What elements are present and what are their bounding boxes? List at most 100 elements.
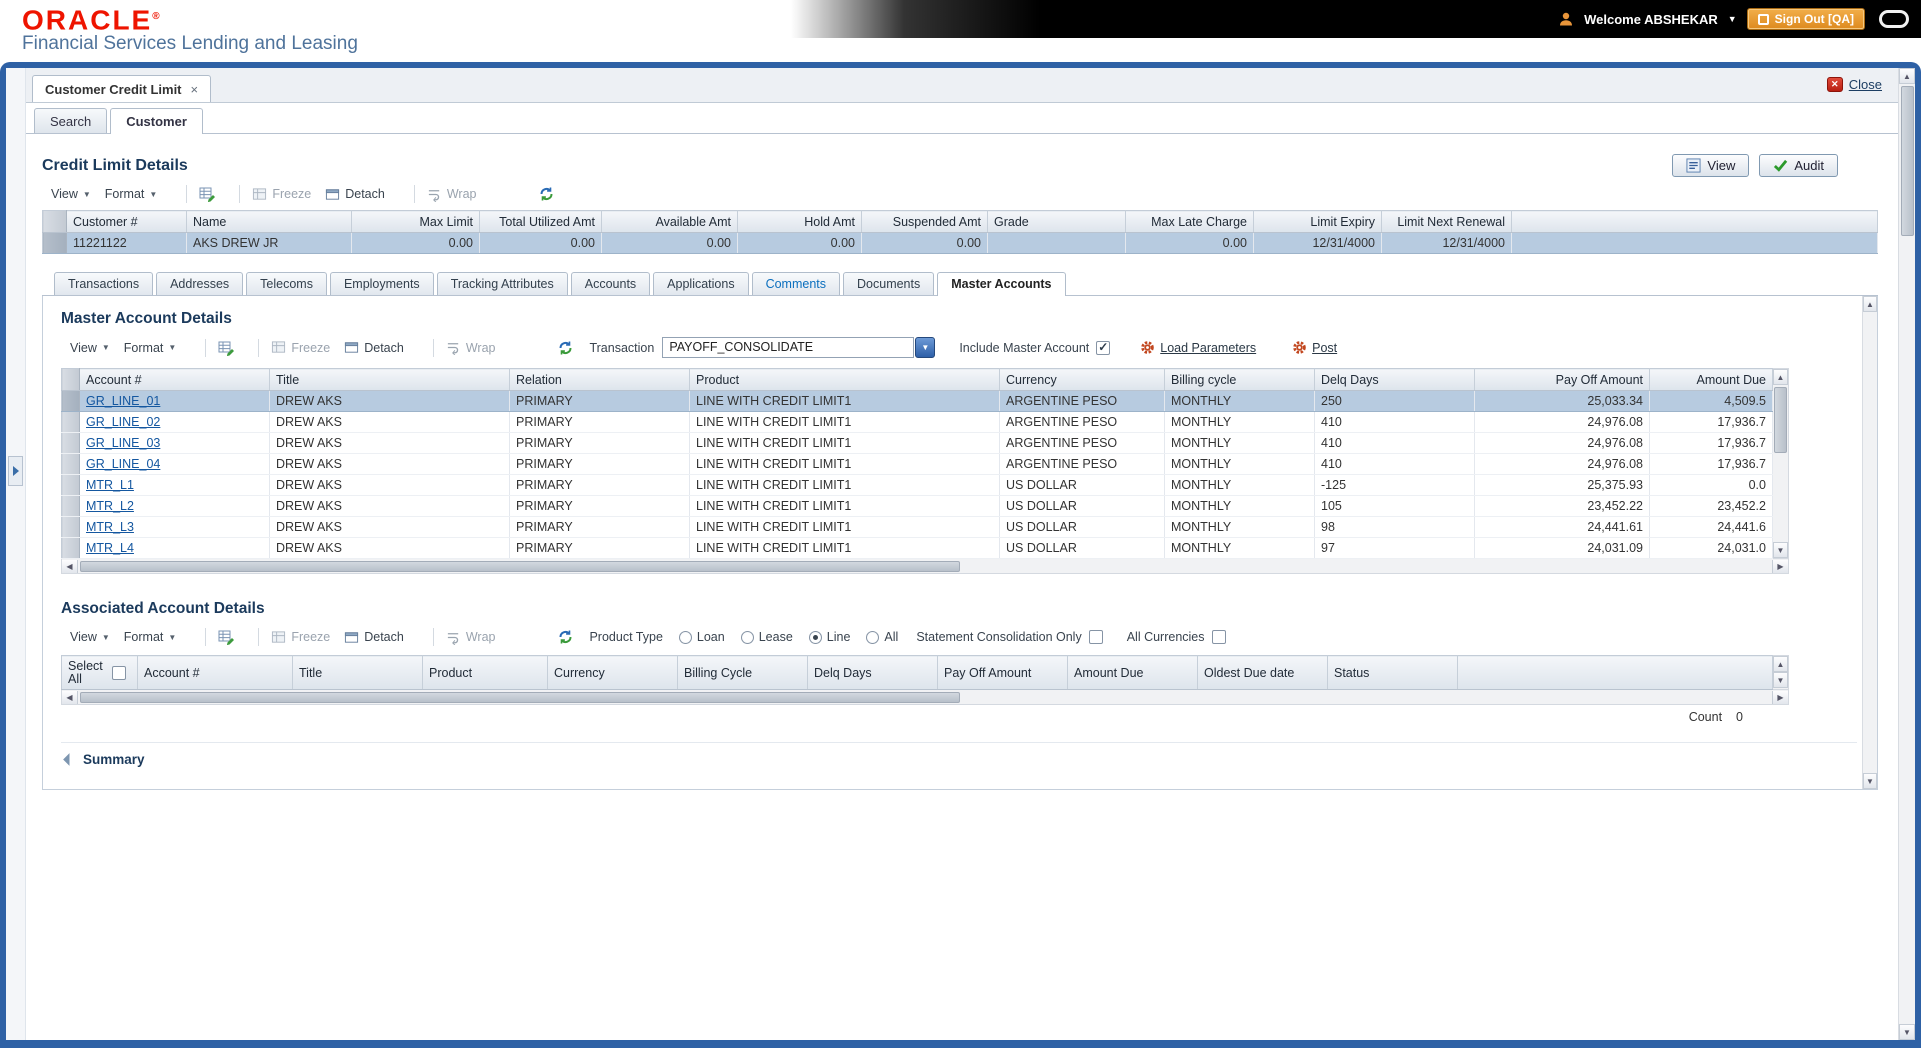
column-header[interactable]: Currency — [999, 368, 1165, 391]
column-header[interactable]: Account # — [137, 655, 293, 690]
column-header-select-all[interactable]: Select All — [61, 655, 138, 690]
scroll-right-icon[interactable]: ▶ — [1772, 559, 1788, 573]
scroll-left-icon[interactable]: ◀ — [62, 690, 78, 704]
detail-tab-tracking-attributes[interactable]: Tracking Attributes — [436, 272, 568, 295]
scroll-left-icon[interactable]: ◀ — [62, 559, 78, 573]
scrollbar-thumb[interactable] — [1900, 86, 1914, 236]
summary-section-header[interactable]: Summary — [61, 742, 1857, 775]
radio-all[interactable]: All — [866, 630, 898, 644]
column-header[interactable]: Currency — [547, 655, 678, 690]
table-scrollbar-horizontal[interactable]: ◀ ▶ — [61, 559, 1789, 574]
statement-consolidation-checkbox[interactable] — [1088, 630, 1103, 644]
detach-button[interactable]: Detach — [337, 338, 411, 357]
summary-collapse-icon[interactable] — [63, 753, 76, 766]
format-menu[interactable]: Format ▼ — [117, 339, 184, 357]
radio-line[interactable]: Line — [808, 630, 850, 644]
column-header[interactable]: Product — [689, 368, 1000, 391]
table-row[interactable]: GR_LINE_01 DREW AKS PRIMARY LINE WITH CREDI… — [61, 390, 1773, 412]
scrollbar-thumb[interactable] — [80, 560, 960, 572]
column-header[interactable]: Amount Due — [1649, 368, 1773, 391]
table-row[interactable]: MTR_L2 DREW AKS PRIMARY LINE WITH CREDIT LI… — [61, 495, 1773, 517]
scrollbar-thumb[interactable] — [80, 691, 960, 703]
table-row[interactable]: MTR_L1 DREW AKS PRIMARY LINE WITH CREDIT LI… — [61, 474, 1773, 496]
table-scrollbar-vertical[interactable]: ▲ ▼ — [1773, 368, 1789, 559]
table-scrollbar-horizontal[interactable]: ◀ ▶ — [61, 690, 1789, 705]
welcome-caret-icon[interactable]: ▼ — [1728, 14, 1737, 24]
row-selector[interactable] — [61, 432, 80, 454]
account-number-link[interactable]: MTR_L3 — [86, 520, 134, 534]
column-header[interactable]: Total Utilized Amt — [479, 210, 602, 233]
row-selector[interactable] — [42, 232, 67, 254]
column-header[interactable]: Customer # — [66, 210, 187, 233]
table-scrollbar-vertical[interactable]: ▲ ▼ — [1773, 655, 1789, 690]
row-selector[interactable] — [61, 390, 80, 412]
refresh-icon[interactable] — [550, 627, 581, 647]
export-table-icon[interactable] — [211, 627, 242, 647]
column-header[interactable]: Pay Off Amount — [1474, 368, 1650, 391]
detail-tab-employments[interactable]: Employments — [329, 272, 434, 295]
table-row[interactable]: MTR_L3 DREW AKS PRIMARY LINE WITH CREDIT LI… — [61, 516, 1773, 538]
scrollbar-thumb[interactable] — [1774, 387, 1787, 453]
column-header[interactable]: Billing cycle — [1164, 368, 1315, 391]
select-all-checkbox[interactable] — [112, 665, 126, 680]
table-row[interactable]: GR_LINE_02 DREW AKS PRIMARY LINE WITH CREDI… — [61, 411, 1773, 433]
column-header[interactable]: Billing Cycle — [677, 655, 808, 690]
account-number-link[interactable]: MTR_L4 — [86, 541, 134, 555]
tab-search[interactable]: Search — [34, 108, 108, 133]
detail-tab-documents[interactable]: Documents — [843, 272, 935, 295]
view-menu[interactable]: View ▼ — [63, 339, 117, 357]
scroll-down-icon[interactable]: ▼ — [1773, 542, 1788, 558]
format-menu[interactable]: Format ▼ — [117, 628, 184, 646]
detail-tab-master-accounts[interactable]: Master Accounts — [937, 272, 1066, 296]
column-header[interactable]: Limit Expiry — [1253, 210, 1382, 233]
format-menu[interactable]: Format ▼ — [98, 185, 165, 203]
row-selector[interactable] — [61, 495, 80, 517]
view-menu[interactable]: View ▼ — [44, 185, 98, 203]
column-header[interactable]: Limit Next Renewal — [1381, 210, 1512, 233]
column-header[interactable]: Grade — [987, 210, 1126, 233]
row-selector[interactable] — [61, 516, 80, 538]
detach-button[interactable]: Detach — [318, 185, 392, 204]
radio-loan[interactable]: Loan — [678, 630, 725, 644]
combo-dropdown-icon[interactable]: ▼ — [915, 337, 936, 358]
all-currencies-checkbox[interactable] — [1211, 630, 1226, 644]
table-row[interactable]: 11221122 AKS DREW JR 0.00 0.00 0.00 0.00 0.00 0… — [42, 232, 1878, 254]
detail-tab-comments[interactable]: Comments — [751, 272, 841, 295]
scroll-right-icon[interactable]: ▶ — [1772, 690, 1788, 704]
audit-button[interactable]: Audit — [1759, 154, 1838, 177]
tab-customer[interactable]: Customer — [110, 108, 203, 134]
column-header[interactable]: Max Late Charge — [1125, 210, 1254, 233]
close-icon[interactable]: ✕ — [1826, 77, 1843, 92]
column-header[interactable]: Relation — [509, 368, 690, 391]
account-number-link[interactable]: GR_LINE_02 — [86, 415, 160, 429]
scroll-up-icon[interactable]: ▲ — [1899, 68, 1915, 84]
column-header[interactable]: Name — [186, 210, 352, 233]
column-header[interactable]: Title — [292, 655, 423, 690]
export-table-icon[interactable] — [211, 338, 242, 358]
column-header[interactable]: Product — [422, 655, 548, 690]
signout-button[interactable]: Sign Out [QA] — [1746, 8, 1865, 30]
tab-close-icon[interactable]: × — [191, 82, 199, 97]
row-selector[interactable] — [61, 474, 80, 496]
table-row[interactable]: MTR_L4 DREW AKS PRIMARY LINE WITH CREDIT LI… — [61, 537, 1773, 559]
doc-tab-customer-credit-limit[interactable]: Customer Credit Limit × — [32, 75, 212, 102]
detail-tab-transactions[interactable]: Transactions — [54, 272, 154, 295]
row-selector[interactable] — [61, 411, 80, 433]
column-header[interactable]: Pay Off Amount — [937, 655, 1068, 690]
scroll-down-icon[interactable]: ▼ — [1899, 1024, 1915, 1040]
scroll-up-icon[interactable]: ▲ — [1773, 656, 1788, 672]
column-header[interactable]: Delq Days — [807, 655, 938, 690]
page-scrollbar-vertical[interactable]: ▲ ▼ — [1898, 68, 1915, 1040]
column-header[interactable]: Title — [269, 368, 510, 391]
column-header[interactable]: Oldest Due date — [1197, 655, 1328, 690]
scroll-up-icon[interactable]: ▲ — [1773, 369, 1788, 385]
scroll-down-icon[interactable]: ▼ — [1863, 773, 1877, 789]
load-parameters-button[interactable]: Load Parameters — [1140, 340, 1256, 355]
refresh-icon[interactable] — [531, 184, 562, 204]
column-header[interactable]: Amount Due — [1067, 655, 1198, 690]
scroll-down-icon[interactable]: ▼ — [1773, 672, 1788, 688]
table-row[interactable]: GR_LINE_03 DREW AKS PRIMARY LINE WITH CREDI… — [61, 432, 1773, 454]
account-number-link[interactable]: MTR_L2 — [86, 499, 134, 513]
radio-lease[interactable]: Lease — [740, 630, 793, 644]
post-button[interactable]: Post — [1292, 340, 1337, 355]
